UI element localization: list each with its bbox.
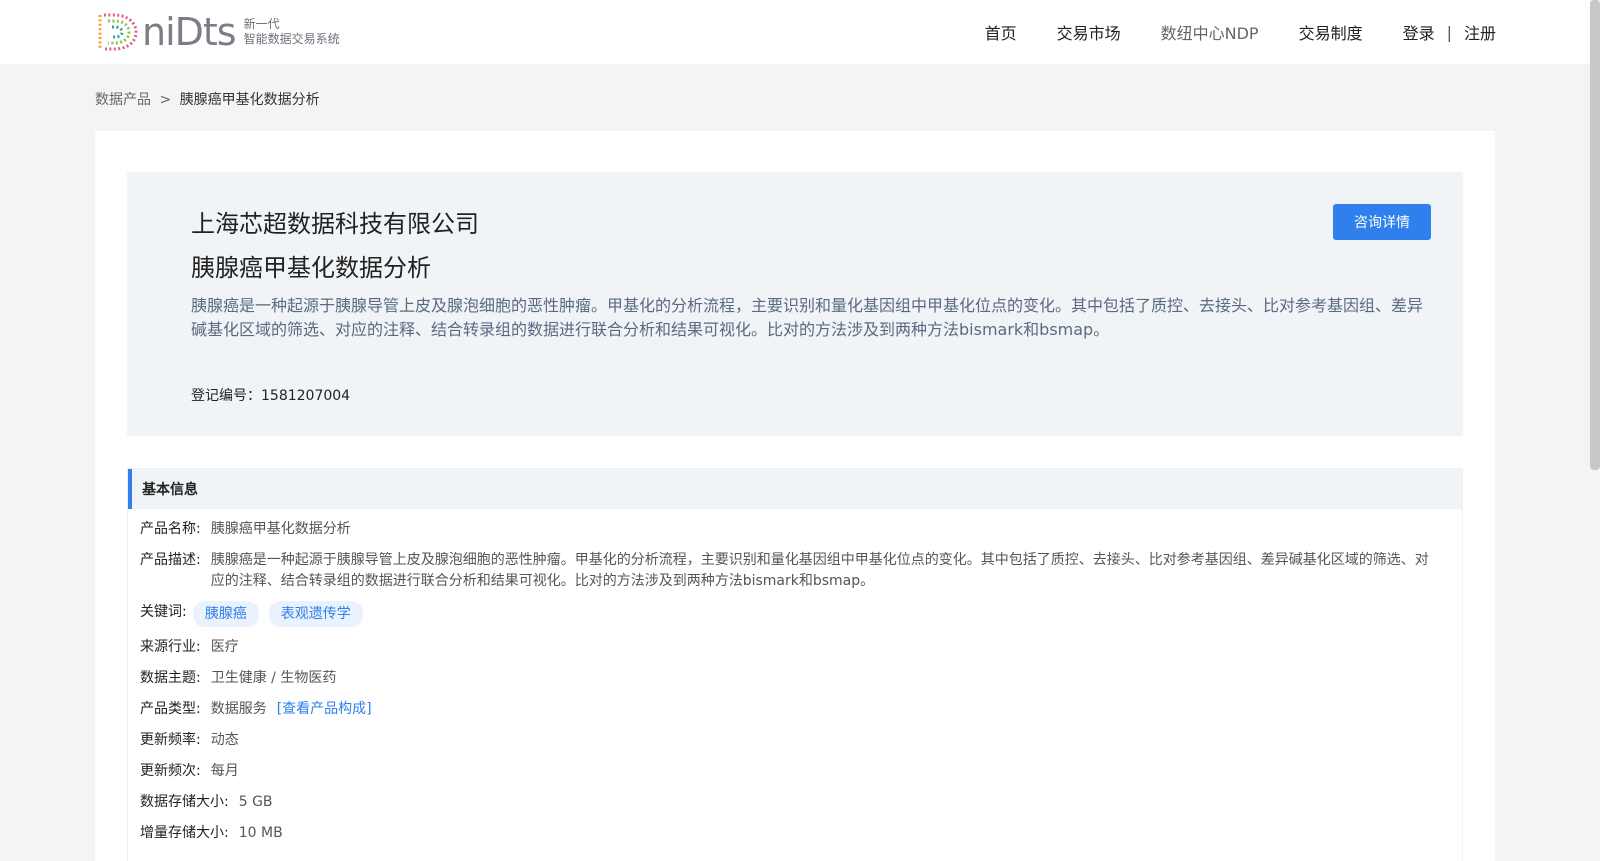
nav-market[interactable]: 交易市场 — [1057, 20, 1121, 44]
info-row-increment: 增量存储大小: 10 MB — [140, 823, 1450, 844]
info-label: 产品类型: — [140, 701, 201, 717]
info-label: 数据主题: — [140, 670, 201, 686]
nav-ndp[interactable]: 数纽中心NDP — [1161, 20, 1259, 44]
info-value: 胰腺癌是一种起源于胰腺导管上皮及腺泡细胞的恶性肿瘤。甲基化的分析流程，主要识别和… — [210, 552, 1429, 589]
info-value: 每月 — [210, 763, 239, 779]
register-link[interactable]: 注册 — [1464, 20, 1496, 44]
info-row-frequency: 更新频率: 动态 — [140, 730, 1450, 751]
info-value: 医疗 — [210, 639, 239, 655]
logo-subtitle-line2: 智能数据交易系统 — [243, 32, 340, 46]
info-row-storage: 数据存储大小: 5 GB — [140, 792, 1450, 813]
nav-home[interactable]: 首页 — [985, 20, 1017, 44]
registration-label: 登记编号： — [191, 388, 261, 404]
logo-d-icon — [98, 13, 138, 51]
info-label: 来源行业: — [140, 639, 201, 655]
consult-button[interactable]: 咨询详情 — [1333, 204, 1431, 240]
auth-links: 登录 | 注册 — [1403, 20, 1496, 44]
info-value: 动态 — [210, 732, 239, 748]
scrollbar-thumb[interactable] — [1590, 0, 1600, 470]
product-hero: 上海芯超数据科技有限公司 胰腺癌甲基化数据分析 胰腺癌是一种起源于胰腺导管上皮及… — [127, 172, 1463, 436]
logo-wordmark: niDts — [142, 10, 237, 54]
info-row-theme: 数据主题: 卫生健康 / 生物医药 — [140, 668, 1450, 689]
page-scrollbar[interactable] — [1590, 0, 1600, 861]
info-row-description: 产品描述: 胰腺癌是一种起源于胰腺导管上皮及腺泡细胞的恶性肿瘤。甲基化的分析流程… — [140, 550, 1450, 592]
registration-number: 登记编号：1581207004 — [191, 385, 350, 405]
info-row-type: 产品类型: 数据服务 [查看产品构成] — [140, 699, 1450, 720]
logo-subtitle-line1: 新一代 — [243, 17, 280, 31]
info-label: 增量存储大小: — [140, 825, 229, 841]
keyword-tags: 胰腺癌 表观遗传学 — [192, 601, 373, 627]
breadcrumb-current: 胰腺癌甲基化数据分析 — [179, 92, 320, 108]
product-card: 上海芯超数据科技有限公司 胰腺癌甲基化数据分析 胰腺癌是一种起源于胰腺导管上皮及… — [95, 131, 1495, 861]
info-value: 胰腺癌甲基化数据分析 — [210, 521, 351, 537]
product-summary: 胰腺癌是一种起源于胰腺导管上皮及腺泡细胞的恶性肿瘤。甲基化的分析流程，主要识别和… — [191, 296, 1424, 339]
info-label: 更新频次: — [140, 763, 201, 779]
info-label: 关键词: — [140, 604, 187, 620]
site-logo[interactable]: niDts 新一代 智能数据交易系统 — [94, 10, 340, 54]
view-composition-link[interactable]: [查看产品构成] — [277, 699, 372, 720]
info-row-times: 更新频次: 每月 — [140, 761, 1450, 782]
keyword-tag[interactable]: 表观遗传学 — [268, 601, 363, 627]
info-value: 卫生健康 / 生物医药 — [210, 670, 337, 686]
info-label: 产品描述: — [140, 552, 201, 568]
info-row-industry: 来源行业: 医疗 — [140, 637, 1450, 658]
breadcrumb-separator: > — [159, 92, 172, 108]
breadcrumb: 数据产品 > 胰腺癌甲基化数据分析 — [95, 89, 320, 109]
auth-separator: | — [1446, 22, 1452, 42]
info-label: 更新频率: — [140, 732, 201, 748]
basic-info-section: 基本信息 产品名称: 胰腺癌甲基化数据分析 产品描述: 胰腺癌是一种起源于胰腺导… — [127, 468, 1463, 861]
keyword-tag[interactable]: 胰腺癌 — [192, 601, 259, 627]
info-row-keywords: 关键词: 胰腺癌 表观遗传学 — [140, 601, 1450, 627]
info-row-name: 产品名称: 胰腺癌甲基化数据分析 — [140, 519, 1450, 540]
info-value: 10 MB — [238, 825, 283, 841]
info-value: 5 GB — [238, 794, 273, 810]
logo-subtitle: 新一代 智能数据交易系统 — [244, 17, 340, 47]
product-title: 胰腺癌甲基化数据分析 — [191, 254, 431, 282]
section-title: 基本信息 — [128, 469, 1462, 509]
login-link[interactable]: 登录 — [1403, 20, 1435, 44]
registration-value: 1581207004 — [261, 388, 351, 404]
info-rows: 产品名称: 胰腺癌甲基化数据分析 产品描述: 胰腺癌是一种起源于胰腺导管上皮及腺… — [128, 519, 1462, 844]
top-header: niDts 新一代 智能数据交易系统 首页 交易市场 数纽中心NDP 交易制度 … — [0, 0, 1600, 64]
breadcrumb-parent[interactable]: 数据产品 — [95, 92, 151, 108]
info-value: 数据服务 — [210, 701, 267, 717]
company-name: 上海芯超数据科技有限公司 — [191, 210, 479, 238]
nav-rules[interactable]: 交易制度 — [1299, 20, 1363, 44]
info-label: 产品名称: — [140, 521, 201, 537]
info-label: 数据存储大小: — [140, 794, 229, 810]
main-nav: 首页 交易市场 数纽中心NDP 交易制度 登录 | 注册 — [945, 20, 1496, 44]
